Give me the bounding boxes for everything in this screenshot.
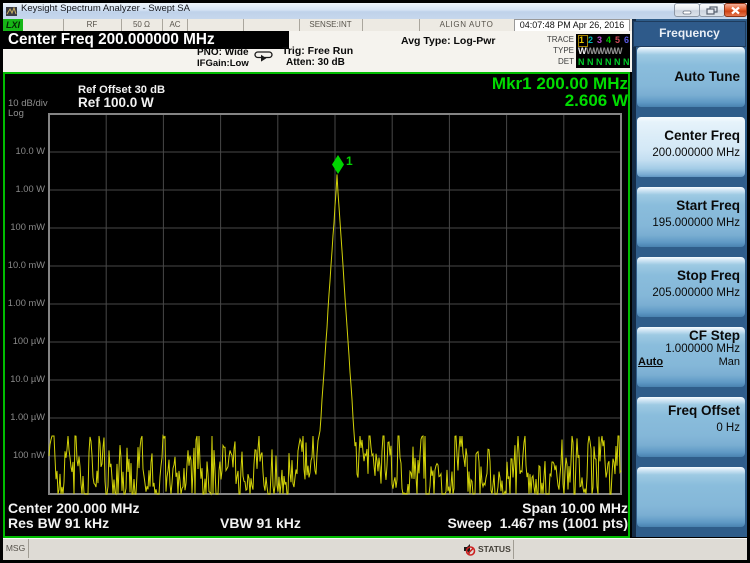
svg-text:1: 1 (346, 154, 353, 168)
